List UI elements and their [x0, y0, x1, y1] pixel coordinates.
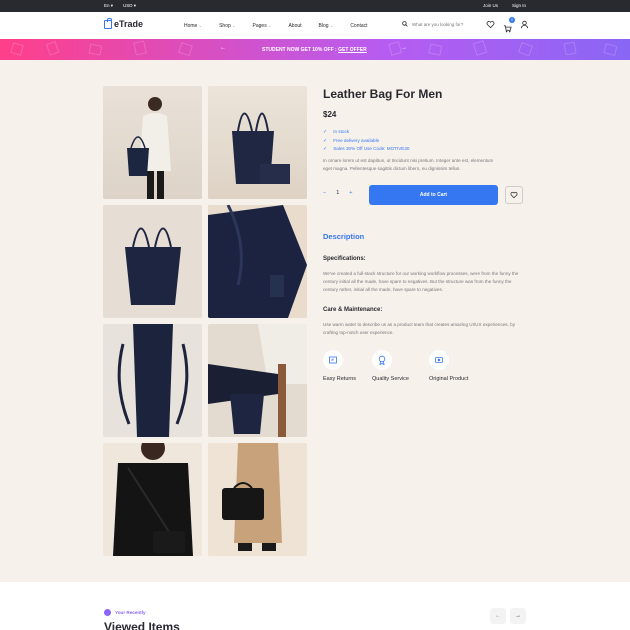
product-image-3[interactable]	[103, 205, 202, 318]
product-image-8[interactable]	[208, 443, 307, 556]
header: eTrade Home ⌄ Shop ⌄ Pages ⌄ About Blog …	[0, 12, 630, 39]
search-bar[interactable]: What are you looking for?	[402, 21, 463, 27]
nav-label: Contact	[350, 23, 368, 29]
specifications-text: We've created a full-stack structure for…	[323, 271, 519, 292]
nav-label: Blog	[318, 23, 329, 29]
product-image-2[interactable]	[208, 86, 307, 199]
search-icon	[402, 21, 408, 27]
chevron-down-icon: ⌄	[198, 23, 203, 28]
product-image-7[interactable]	[103, 443, 202, 556]
language-label: En	[104, 3, 110, 8]
top-bar: En ▾ USD ▾ Join Us Sign In	[0, 0, 630, 12]
product-short-description: In ornare lorem ut est dapibus, ut tinci…	[323, 158, 494, 171]
specifications-heading: Specifications:	[323, 256, 366, 262]
nav-label: About	[288, 23, 302, 29]
returns-icon	[323, 350, 343, 370]
nav-shop[interactable]: Shop ⌄	[219, 23, 235, 29]
product-image-1[interactable]	[103, 86, 202, 199]
feature-free-delivery: Free delivery available	[323, 137, 409, 146]
model-seated-image	[208, 324, 307, 437]
bag-front-image	[125, 227, 181, 305]
product-price: $24	[323, 110, 337, 119]
arrow-right-icon: →	[515, 613, 521, 619]
recently-viewed-section: Your Recently Viewed Items ← →	[0, 582, 630, 630]
carousel-next-button[interactable]: →	[510, 608, 526, 624]
cart-icon	[503, 25, 512, 33]
get-offer-link[interactable]: GET OFFER	[338, 47, 367, 53]
quality-icon	[372, 350, 392, 370]
eye-icon	[104, 609, 111, 616]
join-link[interactable]: Join Us	[483, 3, 498, 8]
currency-label: USD	[123, 3, 133, 8]
original-icon	[429, 350, 449, 370]
chevron-down-icon: ⌄	[329, 23, 334, 28]
model-briefcase-image	[222, 443, 282, 551]
badge-label: Easy Returns	[323, 376, 357, 382]
nav-label: Shop	[219, 23, 231, 29]
promo-banner: ← STUDENT NOW GET 10% OFF : GET OFFER →	[0, 39, 630, 60]
badge-quality-service: Quality Service	[372, 350, 432, 382]
product-image-5[interactable]	[103, 324, 202, 437]
nav-blog[interactable]: Blog ⌄	[319, 23, 334, 29]
product-image-6[interactable]	[208, 324, 307, 437]
feature-in-stock: In stock	[323, 128, 409, 137]
nav-pages[interactable]: Pages ⌄	[253, 23, 272, 29]
product-title: Leather Bag For Men	[323, 87, 443, 101]
care-heading: Care & Maintenance:	[323, 307, 383, 313]
decrement-button[interactable]: −	[323, 190, 326, 196]
quantity-value[interactable]: 1	[336, 190, 339, 196]
language-select[interactable]: En ▾	[104, 3, 113, 9]
nav-label: Pages	[252, 23, 267, 29]
heart-icon[interactable]	[486, 20, 495, 29]
carousel-prev-button[interactable]: ←	[490, 608, 506, 624]
bag-logo-icon	[104, 17, 112, 29]
viewed-items-title: Viewed Items	[104, 620, 180, 630]
arrow-left-icon: ←	[495, 613, 501, 619]
brand-name: eTrade	[114, 19, 144, 29]
bag-top-view-image	[117, 324, 189, 437]
promo-message: STUDENT NOW GET 10% OFF :	[262, 46, 339, 53]
main-nav: Home ⌄ Shop ⌄ Pages ⌄ About Blog ⌄ Conta…	[184, 23, 368, 29]
search-input[interactable]: What are you looking for?	[412, 22, 463, 27]
model-with-bag-image	[127, 97, 171, 199]
feature-sale-code: Sales 30% Off Use Code: MOTIVE30	[323, 145, 409, 154]
increment-button[interactable]: +	[349, 190, 352, 196]
wishlist-button[interactable]	[505, 186, 523, 204]
product-feature-list: In stock Free delivery available Sales 3…	[323, 128, 409, 154]
nav-about[interactable]: About	[288, 23, 301, 29]
add-to-cart-button[interactable]: Add to Cart	[369, 185, 498, 205]
user-icon[interactable]	[520, 20, 529, 29]
badge-label: Quality Service	[372, 376, 409, 382]
badge-original-product: Original Product	[429, 350, 489, 382]
product-image-4[interactable]	[208, 205, 307, 318]
recently-tag: Your Recently	[104, 609, 146, 616]
arrow-right-icon[interactable]: →	[401, 45, 407, 51]
recently-tag-label: Your Recently	[115, 610, 146, 615]
cart-count-badge: 0	[509, 17, 515, 23]
cart-button[interactable]: 0	[503, 17, 515, 33]
signin-link[interactable]: Sign In	[512, 3, 526, 8]
chevron-down-icon: ⌄	[268, 23, 272, 28]
product-section	[0, 60, 630, 582]
bag-with-pouch-image	[232, 112, 290, 184]
bag-closeup-image	[208, 205, 307, 318]
chevron-down-icon: ⌄	[232, 23, 236, 28]
badge-label: Original Product	[429, 376, 469, 382]
currency-select[interactable]: USD ▾	[123, 3, 136, 9]
logo[interactable]: eTrade	[104, 17, 144, 29]
heart-icon	[510, 191, 518, 199]
quantity-stepper: − 1 +	[323, 190, 353, 196]
model-crossbody-image	[113, 443, 193, 556]
description-tab[interactable]: Description	[323, 232, 364, 241]
promo-text: STUDENT NOW GET 10% OFF : GET OFFER	[262, 47, 367, 53]
nav-contact[interactable]: Contact	[350, 23, 367, 29]
arrow-left-icon[interactable]: ←	[220, 45, 226, 51]
care-text: Use warm water to describe us as a produ…	[323, 322, 516, 335]
nav-label: Home	[184, 23, 198, 29]
nav-home[interactable]: Home ⌄	[184, 23, 202, 29]
